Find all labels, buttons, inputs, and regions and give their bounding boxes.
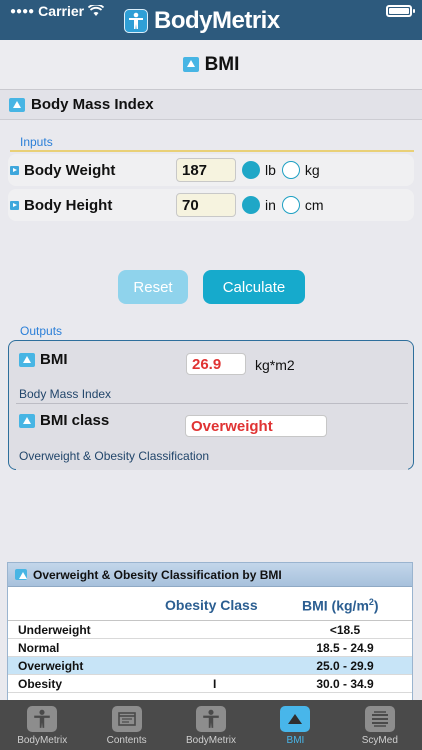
table-cell-category: Overweight <box>18 659 84 673</box>
unit-kg-label: kg <box>304 162 320 178</box>
tab-bodymetrix[interactable]: BodyMetrix <box>0 700 84 750</box>
classification-table: Overweight & Obesity Classification by B… <box>7 562 413 702</box>
tab-label: BodyMetrix <box>186 735 237 746</box>
body-weight-row: Body Weight 187 lb kg <box>8 154 414 186</box>
unit-cm-radio[interactable] <box>281 196 300 214</box>
tab-label: ScyMed <box>361 735 398 746</box>
table-row: Normal 18.5 - 24.9 <box>8 639 412 657</box>
bmi-class-description: Overweight & Obesity Classification <box>19 449 210 463</box>
unit-lb-radio[interactable] <box>242 161 260 179</box>
bmi-value-field: 26.9 <box>186 353 246 375</box>
top-bar: ●●●● Carrier BodyMetrix <box>0 0 422 40</box>
outputs-panel: BMI 26.9 kg*m2 Body Mass Index BMI class… <box>8 340 414 470</box>
table-cell-bmi: <18.5 <box>329 623 361 637</box>
table-cell-bmi: 18.5 - 24.9 <box>316 641 374 655</box>
wifi-icon <box>88 5 105 16</box>
inputs-label: Inputs <box>20 135 53 149</box>
table-cell-category: Underweight <box>18 623 91 637</box>
triangle-up-icon <box>182 57 199 72</box>
status-carrier: ●●●● Carrier <box>10 3 105 19</box>
body-height-row: Body Height 70 in cm <box>8 189 414 221</box>
bmi-output-label: BMI <box>40 351 68 368</box>
carrier-label: Carrier <box>38 3 85 19</box>
bmi-class-output-row: BMI class Overweight Overweight & Obesit… <box>16 412 408 470</box>
table-row: Obesity I 30.0 - 34.9 <box>8 675 412 693</box>
brand-name: BodyMetrix <box>154 7 280 34</box>
table-cell-bmi: 25.0 - 29.9 <box>316 659 374 673</box>
output-divider <box>16 403 408 404</box>
triangle-up-icon <box>15 569 27 580</box>
section-header[interactable]: Body Mass Index <box>0 90 422 120</box>
signal-dots-icon: ●●●● <box>10 5 35 17</box>
tab-bmi[interactable]: BMI <box>253 700 337 750</box>
brand: BodyMetrix <box>124 7 280 35</box>
bmi-output-row: BMI 26.9 kg*m2 Body Mass Index <box>16 351 408 409</box>
person-icon <box>196 706 227 732</box>
table-cell-category: Obesity <box>18 677 63 691</box>
bmi-class-output-header[interactable]: BMI class <box>19 412 109 429</box>
tab-label: BodyMetrix <box>17 735 68 746</box>
tab-label: BMI <box>286 735 305 746</box>
person-icon <box>27 706 58 732</box>
table-body: Underweight <18.5 Normal 18.5 - 24.9 Overwei… <box>8 621 412 693</box>
unit-in-radio[interactable] <box>242 196 260 214</box>
tab-bodymetrix[interactable]: BodyMetrix <box>169 700 253 750</box>
tab-scymed[interactable]: ScyMed <box>338 700 422 750</box>
body-height-label: Body Height <box>24 196 113 214</box>
unit-in-label: in <box>265 197 276 213</box>
column-header-obesity-class: Obesity Class <box>165 597 258 613</box>
unit-cm-label: cm <box>304 197 324 213</box>
inputs-divider <box>10 150 414 152</box>
bmi-class-output-label: BMI class <box>40 412 110 429</box>
table-row: Overweight 25.0 - 29.9 <box>8 657 412 675</box>
unit-kg-radio[interactable] <box>281 161 300 179</box>
disclosure-arrow-icon[interactable] <box>10 165 19 175</box>
table-header[interactable]: Overweight & Obesity Classification by B… <box>8 563 412 587</box>
body-height-field[interactable]: 70 <box>176 193 236 217</box>
table-cell-class: I <box>213 677 217 691</box>
table-cell-category: Normal <box>18 641 60 655</box>
calculate-button[interactable]: Calculate <box>203 270 305 304</box>
bmi-class-value-field: Overweight <box>185 415 327 437</box>
unit-lb-label: lb <box>265 162 276 178</box>
body-weight-label: Body Weight <box>24 161 116 179</box>
triangle-up-icon <box>19 352 35 367</box>
bodymetrix-logo-icon <box>124 9 148 33</box>
tab-label: Contents <box>106 735 147 746</box>
outputs-label: Outputs <box>20 324 63 338</box>
table-cell-bmi: 30.0 - 34.9 <box>316 677 374 691</box>
triangle-up-icon <box>9 97 25 112</box>
bmi-output-header[interactable]: BMI <box>19 351 68 368</box>
battery-icon <box>386 5 415 17</box>
section-title: Body Mass Index <box>31 96 154 113</box>
triangle-up-icon <box>19 413 35 428</box>
contents-icon <box>111 706 142 732</box>
disclosure-arrow-icon[interactable] <box>10 200 19 210</box>
tab-bar: BodyMetrix Contents BodyMetrix BMI ScyMed <box>0 700 422 750</box>
table-row: Underweight <18.5 <box>8 621 412 639</box>
column-header-bmi: BMI (kg/m2) <box>302 597 379 614</box>
bmi-description: Body Mass Index <box>19 387 112 401</box>
reset-button[interactable]: Reset <box>118 270 188 304</box>
table-column-headers: Obesity Class BMI (kg/m2) <box>8 587 412 621</box>
page-title: BMI <box>204 53 240 75</box>
table-title: Overweight & Obesity Classification by B… <box>33 567 282 582</box>
nav-bar: BMI <box>0 40 422 90</box>
body-weight-field[interactable]: 187 <box>176 158 236 182</box>
tab-contents[interactable]: Contents <box>84 700 168 750</box>
bmi-unit: kg*m2 <box>255 357 295 373</box>
scymed-icon <box>364 706 395 732</box>
triangle-up-icon <box>280 706 311 732</box>
